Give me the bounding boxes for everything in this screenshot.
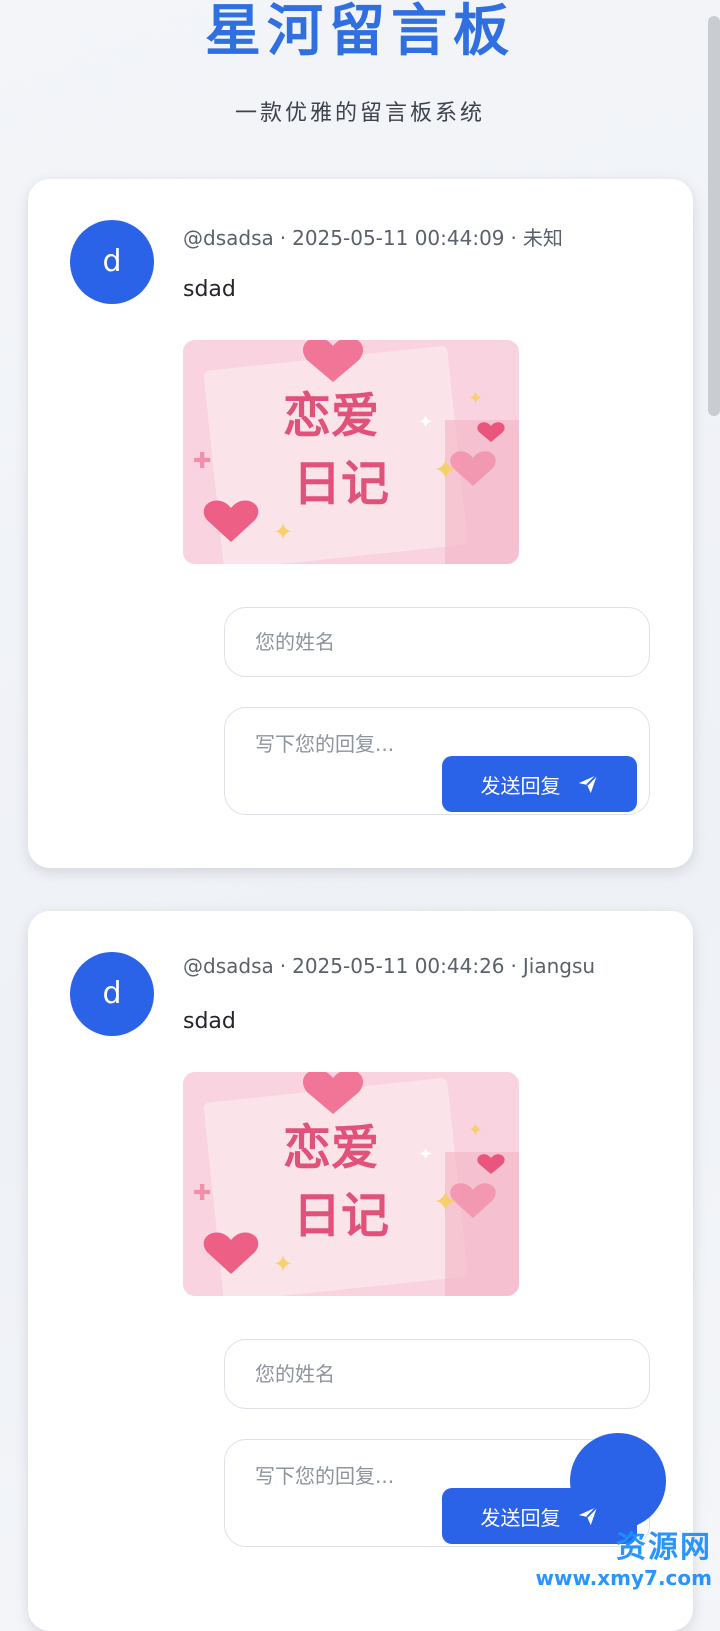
paper-plane-icon xyxy=(577,773,599,795)
message-time: 2025-05-11 00:44:09 xyxy=(292,226,505,250)
avatar: d xyxy=(70,952,154,1036)
message-card: d @dsadsa · 2025-05-11 00:44:09 · 未知 sdad 恋爱… xyxy=(28,179,693,868)
avatar: d xyxy=(70,220,154,304)
scrollbar[interactable] xyxy=(708,16,720,416)
page-subtitle: 一款优雅的留言板系统 xyxy=(234,101,485,126)
author-name: @dsadsa xyxy=(183,954,274,978)
send-reply-button[interactable]: 发送回复 xyxy=(442,756,637,812)
message-time: 2025-05-11 00:44:26 xyxy=(292,954,505,978)
svg-text:✦: ✦ xyxy=(273,518,293,546)
svg-text:✦: ✦ xyxy=(433,453,458,488)
image-text: 恋爱 xyxy=(283,1120,379,1176)
message-content: sdad xyxy=(183,1009,236,1034)
svg-text:✦: ✦ xyxy=(433,1185,458,1220)
separator: · xyxy=(279,226,287,250)
svg-text:✚: ✚ xyxy=(193,1181,211,1206)
name-input[interactable]: 您的姓名 xyxy=(224,607,650,677)
separator: · xyxy=(510,954,517,978)
separator: · xyxy=(279,954,287,978)
svg-text:✦: ✦ xyxy=(468,388,483,409)
image-text: 恋爱 xyxy=(283,388,379,444)
svg-text:✚: ✚ xyxy=(193,449,211,474)
author-name: @dsadsa xyxy=(183,226,274,250)
svg-text:✦: ✦ xyxy=(418,412,433,433)
message-image[interactable]: 恋爱 日记 ✦ ✦ ✚ ✦ ✦ xyxy=(183,1072,519,1296)
send-reply-label: 发送回复 xyxy=(480,773,561,798)
watermark-url: www.xmy7.com xyxy=(535,1566,712,1590)
image-text: 日记 xyxy=(293,456,389,512)
image-text: 日记 xyxy=(293,1188,389,1244)
name-input[interactable]: 您的姓名 xyxy=(224,1339,650,1409)
message-location: Jiangsu xyxy=(522,954,596,978)
page-title: 星河留言板 xyxy=(205,0,515,64)
message-image[interactable]: 恋爱 日记 ✦ ✦ ✚ ✦ ✦ xyxy=(183,340,519,564)
separator: · xyxy=(510,226,517,250)
message-meta: @dsadsa · 2025-05-11 00:44:26 · Jiangsu xyxy=(183,954,595,978)
watermark: 资源网 www.xmy7.com xyxy=(536,1522,712,1590)
watermark-text: 资源网 xyxy=(616,1530,712,1565)
message-meta: @dsadsa · 2025-05-11 00:44:09 · 未知 xyxy=(183,222,563,251)
message-content: sdad xyxy=(183,277,236,302)
message-location: 未知 xyxy=(522,226,563,250)
svg-text:✦: ✦ xyxy=(468,1120,483,1141)
svg-text:✦: ✦ xyxy=(418,1144,433,1165)
svg-text:✦: ✦ xyxy=(273,1250,293,1278)
